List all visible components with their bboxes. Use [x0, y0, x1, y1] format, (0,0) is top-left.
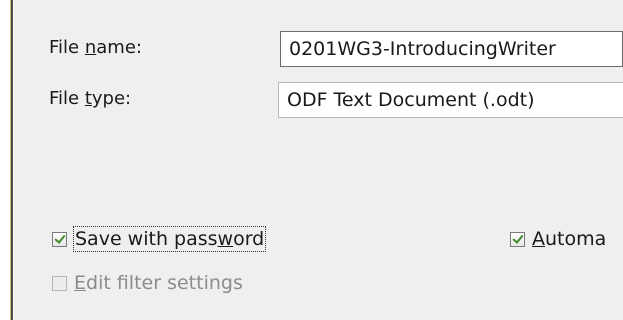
- edit-filter-settings-label: Edit filter settings: [74, 272, 243, 294]
- file-type-label: File type:: [49, 88, 132, 109]
- automatic-extension-checkbox[interactable]: [510, 231, 525, 247]
- window-left-edge: [0, 0, 14, 320]
- automatic-extension-label[interactable]: Automa: [532, 227, 606, 251]
- edit-filter-settings-checkbox: [52, 275, 67, 291]
- edge-border: [11, 0, 13, 320]
- file-name-label: File name:: [49, 37, 142, 58]
- edit-filter-settings-option: Edit filter settings: [52, 270, 243, 296]
- save-with-password-option[interactable]: Save with password: [52, 226, 267, 252]
- file-type-select[interactable]: ODF Text Document (.odt): [278, 82, 623, 118]
- automatic-extension-option[interactable]: Automa: [510, 226, 606, 252]
- file-name-input[interactable]: 0201WG3-IntroducingWriter: [280, 31, 623, 67]
- save-with-password-checkbox[interactable]: [52, 231, 67, 247]
- save-with-password-label[interactable]: Save with password: [72, 226, 267, 252]
